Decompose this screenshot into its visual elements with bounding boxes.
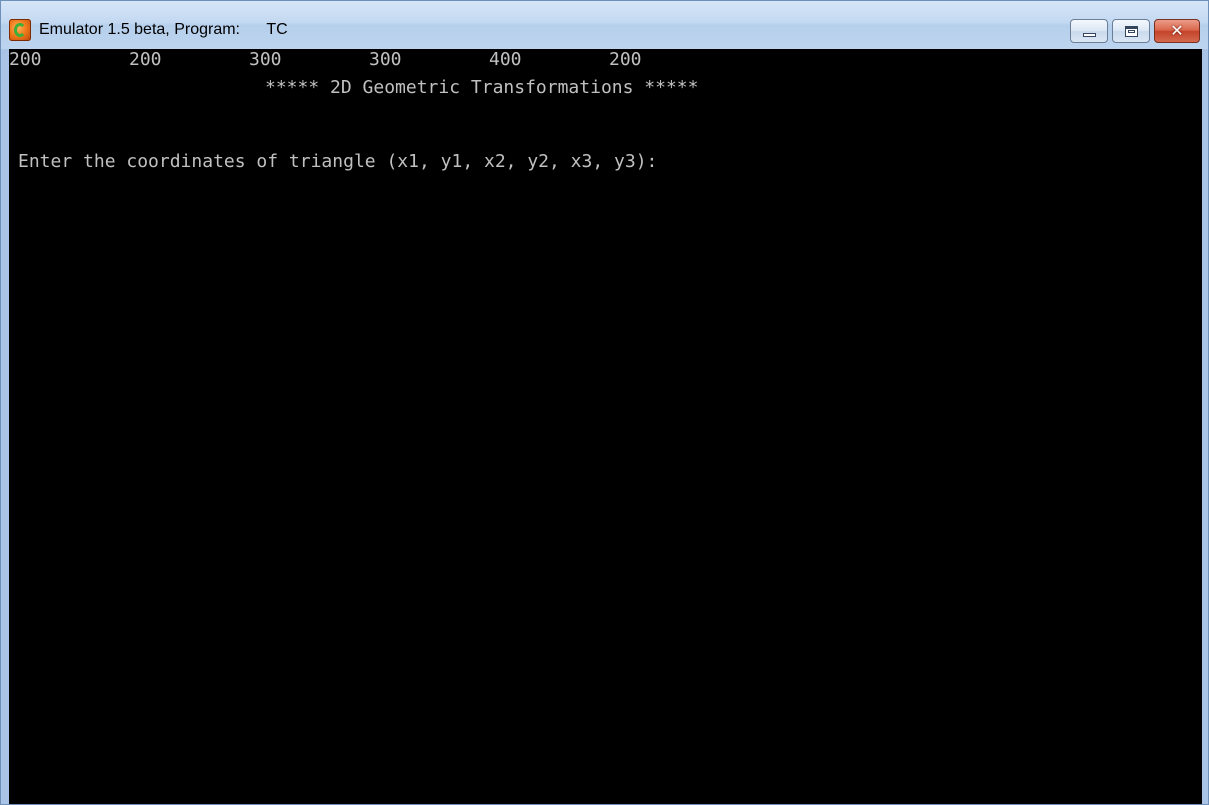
window-program-name: TC (266, 21, 288, 38)
window-title-label: Emulator 1.5 beta, Program: (39, 21, 240, 38)
minimize-icon (1083, 33, 1096, 37)
input-value-y2: 300 (369, 49, 402, 70)
input-value-y1: 200 (129, 49, 162, 70)
emulator-window: Emulator 1.5 beta, Program: TC ✕ ***** 2… (0, 0, 1209, 805)
input-value-y3: 200 (609, 49, 642, 70)
close-button[interactable]: ✕ (1154, 19, 1200, 43)
maximize-button[interactable] (1112, 19, 1150, 43)
input-value-x2: 300 (249, 49, 282, 70)
console-screen[interactable]: ***** 2D Geometric Transformations *****… (9, 49, 1202, 804)
window-title: Emulator 1.5 beta, Program: TC (39, 21, 288, 39)
input-value-x1: 200 (9, 49, 42, 70)
app-icon[interactable] (9, 19, 31, 41)
input-value-x3: 400 (489, 49, 522, 70)
maximize-icon (1125, 26, 1138, 37)
minimize-button[interactable] (1070, 19, 1108, 43)
input-prompt: Enter the coordinates of triangle (x1, y… (18, 151, 658, 172)
close-icon: ✕ (1170, 21, 1184, 40)
input-values-line: 200 200 300 300 400 200 (9, 49, 709, 71)
title-bar[interactable]: Emulator 1.5 beta, Program: TC ✕ (1, 1, 1208, 49)
program-banner: ***** 2D Geometric Transformations ***** (265, 77, 699, 98)
caption-buttons: ✕ (1070, 19, 1200, 45)
